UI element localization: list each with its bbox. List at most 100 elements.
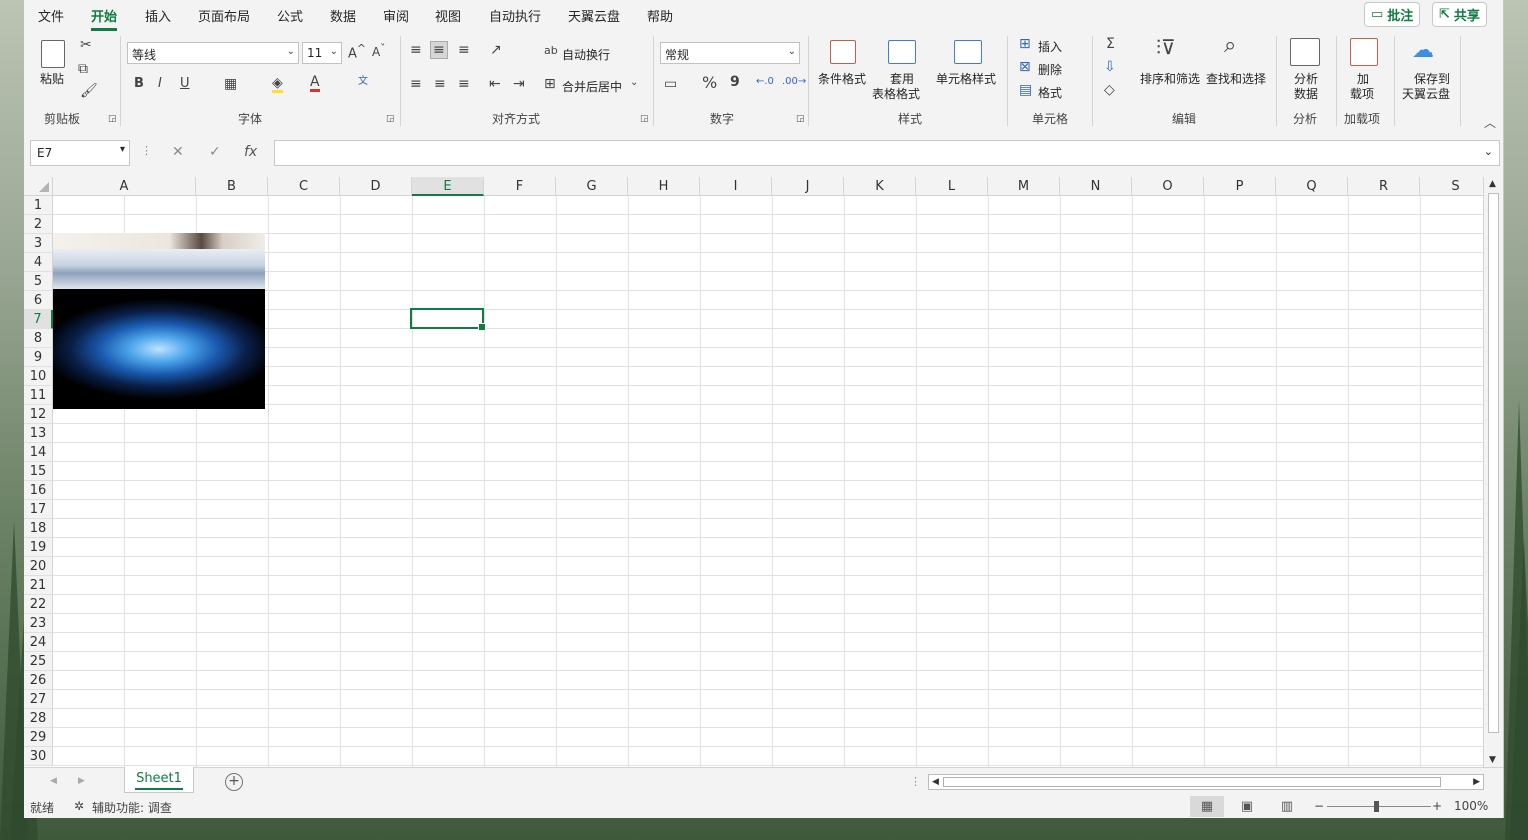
paste-icon[interactable] [41, 40, 65, 68]
column-header-r[interactable]: R [1348, 177, 1420, 196]
copy-icon[interactable]: ⧉ [78, 62, 88, 76]
row-header-11[interactable]: 11 [24, 386, 53, 405]
photo-image-nebula[interactable] [53, 289, 265, 409]
sort-filter-icon[interactable]: ⫶⊽ [1156, 37, 1176, 57]
zoom-in-icon[interactable]: + [1432, 799, 1442, 813]
prev-sheet-icon[interactable]: ◀ [50, 776, 57, 786]
column-header-g[interactable]: G [556, 177, 628, 196]
row-header-7[interactable]: 7 [24, 310, 53, 329]
bold-button[interactable]: B [134, 77, 144, 90]
photo-image-portrait[interactable] [53, 233, 265, 250]
analyze-data-button-line2[interactable]: 数据 [1294, 85, 1318, 102]
fill-icon[interactable]: ⇩ [1104, 60, 1116, 74]
column-header-d[interactable]: D [340, 177, 412, 196]
tab-review[interactable]: 审阅 [383, 6, 409, 25]
sort-filter-button[interactable]: 排序和筛选 [1140, 70, 1200, 87]
tab-view[interactable]: 视图 [435, 6, 461, 25]
horizontal-scrollbar[interactable]: ◀ ▶ [928, 774, 1484, 790]
tab-insert[interactable]: 插入 [145, 6, 171, 25]
increase-indent-icon[interactable]: ⇥ [513, 77, 525, 91]
format-table-button-line2[interactable]: 表格格式 [872, 85, 920, 102]
paste-button[interactable]: 粘贴 [40, 70, 64, 87]
format-table-icon[interactable] [888, 40, 916, 64]
phonetic-icon[interactable]: 文 [358, 77, 368, 87]
row-header-23[interactable]: 23 [24, 614, 53, 633]
cloud-save-icon[interactable]: ☁ [1412, 40, 1434, 62]
conditional-format-icon[interactable] [830, 40, 856, 64]
row-header-8[interactable]: 8 [24, 329, 53, 348]
insert-cells-button[interactable]: 插入 [1038, 38, 1062, 55]
row-header-2[interactable]: 2 [24, 215, 53, 234]
tab-automate[interactable]: 自动执行 [489, 6, 541, 25]
scroll-right-icon[interactable]: ▶ [1473, 777, 1480, 787]
font-color-icon[interactable]: A [310, 75, 320, 92]
row-header-27[interactable]: 27 [24, 690, 53, 709]
tab-formulas[interactable]: 公式 [277, 6, 303, 25]
row-header-26[interactable]: 26 [24, 671, 53, 690]
conditional-format-button[interactable]: 条件格式 [818, 70, 866, 87]
border-icon[interactable]: ▦ [224, 77, 237, 91]
format-cells-button[interactable]: 格式 [1038, 84, 1062, 101]
align-left-icon[interactable]: ≡ [410, 77, 422, 91]
decrease-font-icon[interactable]: A˅ [372, 44, 385, 59]
analyze-data-icon[interactable] [1290, 38, 1320, 66]
column-header-e[interactable]: E [412, 177, 484, 196]
tab-cloud[interactable]: 天翼云盘 [568, 6, 620, 25]
row-header-19[interactable]: 19 [24, 538, 53, 557]
sheet-tab-sheet1[interactable]: Sheet1 [124, 767, 194, 793]
cancel-icon[interactable]: ✕ [172, 144, 184, 160]
italic-button[interactable]: I [158, 77, 162, 90]
column-header-o[interactable]: O [1132, 177, 1204, 196]
accessibility-status[interactable]: 辅助功能: 调查 [92, 799, 172, 816]
percent-button[interactable]: % [702, 75, 717, 91]
decrease-decimal-icon[interactable]: .00→ [782, 77, 806, 87]
column-header-f[interactable]: F [484, 177, 556, 196]
row-header-4[interactable]: 4 [24, 253, 53, 272]
row-header-21[interactable]: 21 [24, 576, 53, 595]
font-size-select[interactable]: 11 ⌄ [302, 42, 342, 64]
increase-font-icon[interactable]: A^ [348, 43, 366, 60]
number-launcher-icon[interactable]: ◲ [796, 114, 805, 124]
wrap-text-button[interactable]: 自动换行 [562, 46, 610, 63]
add-sheet-icon[interactable]: + [225, 773, 243, 791]
comments-button[interactable]: ▭ 批注 [1364, 2, 1421, 27]
format-painter-icon[interactable]: 🖌 [80, 84, 98, 98]
share-button[interactable]: ⇱ 共享 [1432, 2, 1487, 27]
row-header-12[interactable]: 12 [24, 405, 53, 424]
photo-image-snow[interactable] [53, 249, 265, 289]
number-format-select[interactable]: 常规 ⌄ [660, 42, 800, 64]
merge-center-button[interactable]: 合并后居中 [562, 78, 622, 95]
row-header-29[interactable]: 29 [24, 728, 53, 747]
column-header-n[interactable]: N [1060, 177, 1132, 196]
align-middle-icon[interactable]: ≡ [430, 41, 448, 59]
row-header-18[interactable]: 18 [24, 519, 53, 538]
zoom-slider-knob[interactable] [1374, 801, 1379, 812]
tab-help[interactable]: 帮助 [647, 6, 673, 25]
chevron-down-icon[interactable]: ⌄ [630, 78, 638, 88]
select-all-button[interactable] [24, 177, 53, 196]
next-sheet-icon[interactable]: ▶ [78, 776, 85, 786]
zoom-out-icon[interactable]: − [1314, 799, 1324, 813]
row-header-22[interactable]: 22 [24, 595, 53, 614]
tab-home[interactable]: 开始 [91, 6, 118, 31]
row-header-6[interactable]: 6 [24, 291, 53, 310]
column-header-i[interactable]: I [700, 177, 772, 196]
font-launcher-icon[interactable]: ◲ [386, 114, 395, 124]
row-header-1[interactable]: 1 [24, 196, 53, 215]
expand-formula-icon[interactable]: ⌄ [1484, 145, 1493, 158]
confirm-icon[interactable]: ✓ [209, 144, 221, 160]
clear-icon[interactable]: ◇ [1104, 83, 1115, 97]
row-header-25[interactable]: 25 [24, 652, 53, 671]
tab-file[interactable]: 文件 [38, 6, 64, 25]
row-header-3[interactable]: 3 [24, 234, 53, 253]
row-header-9[interactable]: 9 [24, 348, 53, 367]
row-header-15[interactable]: 15 [24, 462, 53, 481]
vertical-scroll-thumb[interactable] [1488, 193, 1499, 733]
underline-button[interactable]: U [180, 77, 190, 90]
delete-cells-button[interactable]: 删除 [1038, 61, 1062, 78]
find-select-button[interactable]: 查找和选择 [1206, 70, 1266, 87]
column-header-k[interactable]: K [844, 177, 916, 196]
zoom-level[interactable]: 100% [1454, 799, 1488, 813]
decrease-indent-icon[interactable]: ⇤ [489, 77, 501, 91]
horizontal-scroll-thumb[interactable] [943, 777, 1441, 787]
